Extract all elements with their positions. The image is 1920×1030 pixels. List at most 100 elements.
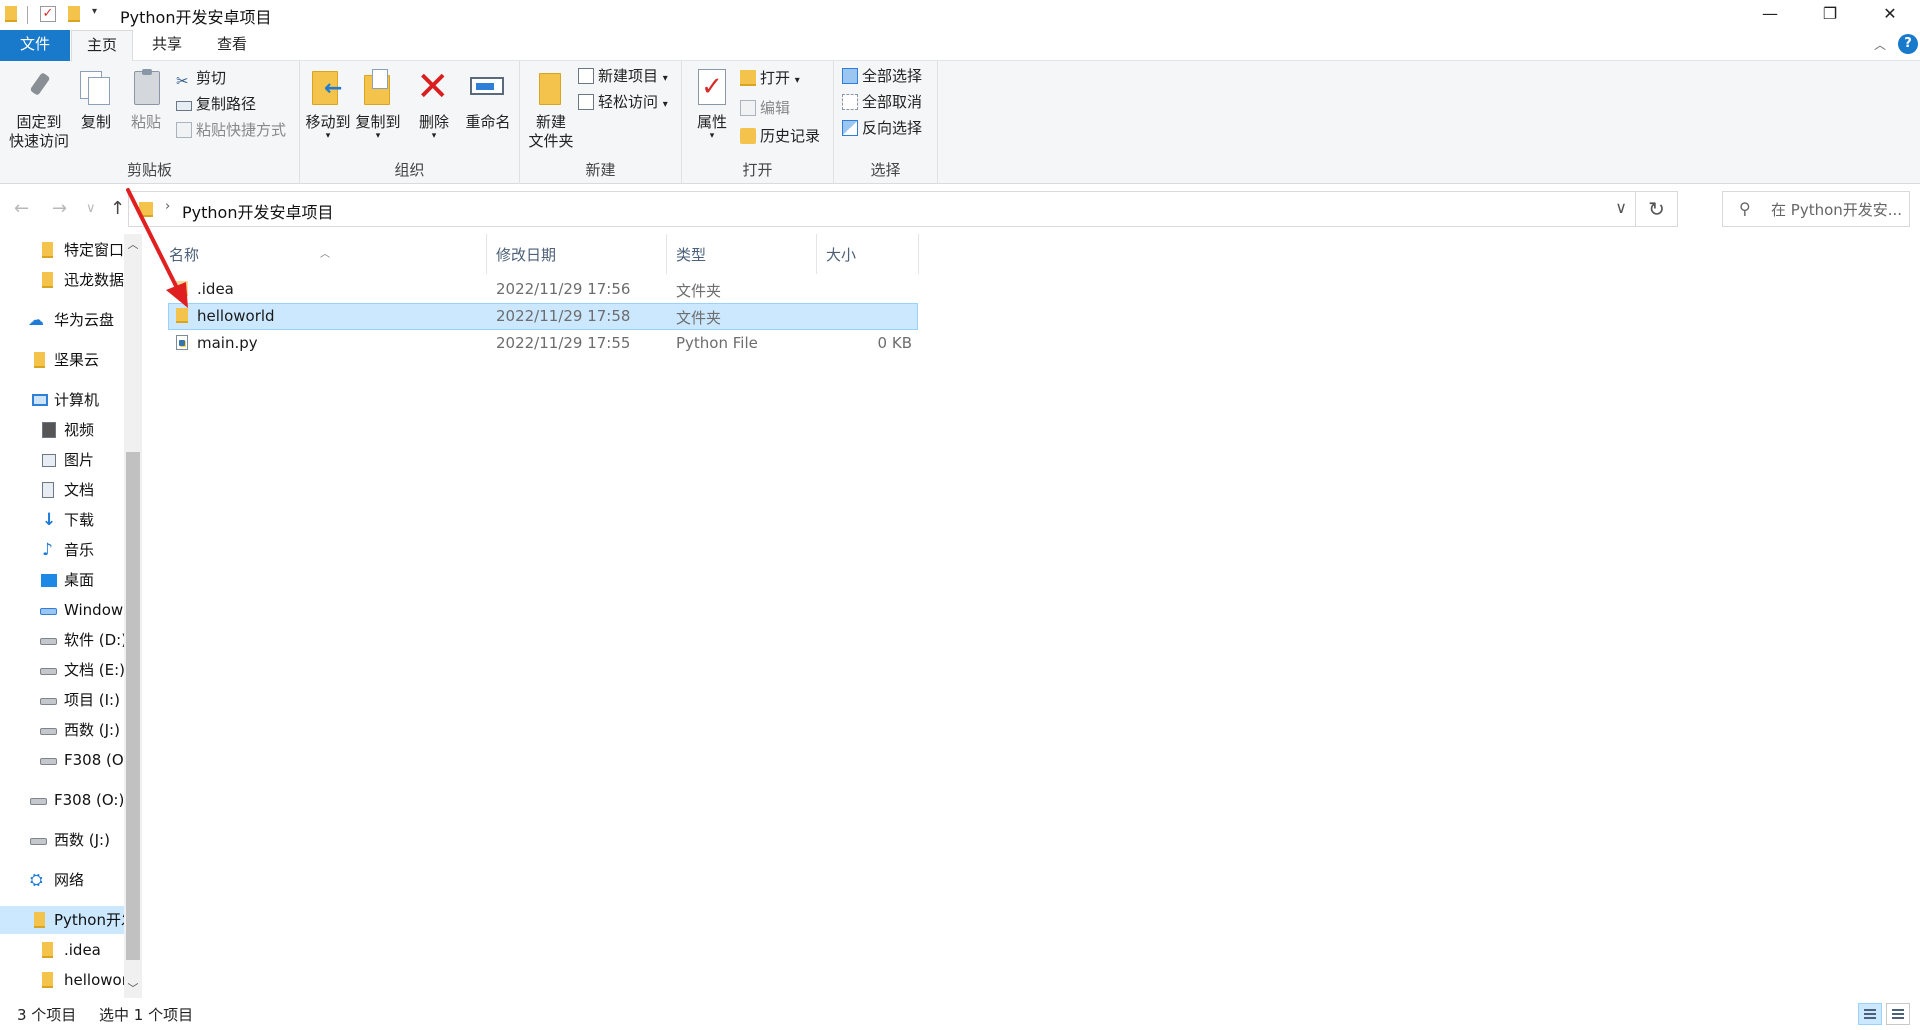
address-history-dropdown[interactable]: ∨: [1615, 198, 1627, 217]
nav-item-special-window[interactable]: 特定窗口: [0, 236, 124, 264]
paste-shortcut-button[interactable]: 粘贴快捷方式: [176, 119, 286, 141]
close-button[interactable]: ✕: [1860, 0, 1920, 30]
paste-shortcut-icon: [176, 122, 192, 138]
select-none-button[interactable]: 全部取消: [842, 91, 922, 113]
nav-item-helloworld[interactable]: helloworld: [0, 966, 124, 994]
open-button[interactable]: 打开 ▾: [740, 67, 800, 89]
properties-quick-icon[interactable]: ✓: [40, 6, 56, 22]
back-button[interactable]: ←: [14, 198, 29, 219]
copy-to-button[interactable]: 复制到 ▾: [354, 67, 402, 141]
nav-item-downloads[interactable]: ↓ 下载: [0, 506, 124, 534]
minimize-button[interactable]: —: [1740, 0, 1800, 30]
scroll-thumb[interactable]: [126, 452, 140, 960]
recent-locations-button[interactable]: ∨: [86, 201, 96, 216]
nav-item-drive-j[interactable]: 西数 (J:): [0, 716, 124, 744]
nav-item-huawei-cloud[interactable]: ☁ 华为云盘: [0, 306, 124, 334]
nav-item-label: Python开发安卓项目: [54, 911, 124, 929]
nav-item-current-folder[interactable]: Python开发安卓项目: [0, 906, 124, 934]
file-row[interactable]: main.py 2022/11/29 17:55 Python File 0 K…: [168, 330, 918, 357]
drive-icon: [40, 638, 57, 645]
tab-home[interactable]: 主页: [71, 30, 133, 62]
nav-item-videos[interactable]: 视频: [0, 416, 124, 444]
edit-button[interactable]: 编辑: [740, 97, 790, 119]
nav-item-drive-o-root[interactable]: F308 (O:): [0, 786, 124, 814]
desktop-icon: [41, 574, 57, 587]
maximize-button[interactable]: ❐: [1800, 0, 1860, 30]
search-input[interactable]: ⚲ 在 Python开发安...: [1722, 191, 1910, 227]
nav-item-jianguoyun[interactable]: 坚果云: [0, 346, 124, 374]
clipboard-group: 固定到 快速访问 复制 粘贴 ✂ 剪切 复制路径 粘贴快捷方式 剪贴板: [0, 61, 300, 184]
file-row[interactable]: .idea 2022/11/29 17:56 文件夹: [168, 276, 918, 303]
copy-path-button[interactable]: 复制路径: [176, 93, 256, 115]
column-header-modified[interactable]: 修改日期: [487, 234, 667, 274]
scroll-down-icon[interactable]: ﹀: [124, 980, 142, 996]
delete-label: 删除: [418, 113, 449, 131]
nav-item-computer[interactable]: 计算机: [0, 386, 124, 414]
large-icons-view-icon[interactable]: [1886, 1003, 1910, 1025]
tab-view[interactable]: 查看: [202, 30, 262, 61]
pin-to-quick-access-button[interactable]: 固定到 快速访问: [6, 67, 72, 151]
nav-item-network[interactable]: ⛭ 网络: [0, 866, 124, 894]
new-folder-quick-icon[interactable]: [68, 6, 80, 22]
nav-item-xunlong[interactable]: 迅龙数据: [0, 266, 124, 294]
customize-quick-access-icon[interactable]: ▾: [92, 6, 97, 17]
collapse-ribbon-icon[interactable]: ︿: [1874, 36, 1886, 53]
up-button[interactable]: ↑: [110, 198, 125, 219]
details-view-icon[interactable]: [1858, 1003, 1882, 1025]
address-row: ← → ∨ ↑ › Python开发安卓项目 ∨ ↻ ⚲ 在 Python开发安…: [0, 184, 1920, 234]
address-bar[interactable]: › Python开发安卓项目 ∨: [128, 191, 1636, 227]
invert-selection-button[interactable]: 反向选择: [842, 117, 922, 139]
open-label: 打开: [760, 69, 791, 87]
help-icon[interactable]: ?: [1898, 34, 1918, 54]
nav-item-drive-j-root[interactable]: 西数 (J:): [0, 826, 124, 854]
tab-file[interactable]: 文件: [0, 30, 70, 61]
file-row-selected[interactable]: helloworld 2022/11/29 17:58 文件夹: [168, 303, 918, 330]
nav-item-label: 特定窗口: [64, 241, 124, 259]
nav-item-drive-o[interactable]: F308 (O:): [0, 746, 124, 774]
select-all-button[interactable]: 全部选择: [842, 65, 922, 87]
forward-button[interactable]: →: [52, 198, 67, 219]
new-item-button[interactable]: 新建项目 ▾: [578, 65, 668, 87]
column-header-size[interactable]: 大小: [817, 234, 919, 274]
nav-item-desktop[interactable]: 桌面: [0, 566, 124, 594]
nav-item-label: 西数 (J:): [64, 721, 120, 739]
tab-share[interactable]: 共享: [138, 30, 196, 61]
nav-item-label: 华为云盘: [54, 311, 115, 329]
column-header-type[interactable]: 类型: [667, 234, 817, 274]
nav-item-drive-i[interactable]: 项目 (I:): [0, 686, 124, 714]
nav-item-drive-d[interactable]: 软件 (D:): [0, 626, 124, 654]
paste-button[interactable]: 粘贴: [126, 67, 166, 132]
nav-item-idea[interactable]: .idea: [0, 936, 124, 964]
nav-item-label: 西数 (J:): [54, 831, 110, 849]
nav-item-documents[interactable]: 文档: [0, 476, 124, 504]
document-icon: [42, 482, 54, 498]
scroll-up-icon[interactable]: ︿: [124, 236, 142, 252]
cut-button[interactable]: ✂ 剪切: [176, 67, 226, 89]
nav-item-label: .idea: [64, 941, 101, 959]
nav-scrollbar[interactable]: ︿ ﹀: [124, 234, 142, 998]
breadcrumb-chevron-icon[interactable]: ›: [165, 199, 170, 214]
nav-item-windows-drive[interactable]: Windows: [0, 596, 124, 624]
properties-button[interactable]: ✓ 属性 ▾: [690, 67, 734, 141]
new-folder-button[interactable]: 新建 文件夹: [524, 67, 578, 151]
nav-item-drive-e[interactable]: 文档 (E:): [0, 656, 124, 684]
easy-access-button[interactable]: 轻松访问 ▾: [578, 91, 668, 113]
window-title: Python开发安卓项目: [120, 8, 272, 27]
status-bar: 3 个项目 选中 1 个项目: [0, 998, 1920, 1030]
nav-item-label: 桌面: [64, 571, 95, 589]
refresh-button[interactable]: ↻: [1636, 191, 1678, 227]
nav-item-label: Windows: [64, 601, 124, 619]
move-to-button[interactable]: ← 移动到 ▾: [304, 67, 352, 141]
copy-button[interactable]: 复制: [76, 67, 116, 132]
folder-icon: [34, 912, 45, 928]
nav-item-music[interactable]: ♪ 音乐: [0, 536, 124, 564]
nav-item-pictures[interactable]: 图片: [0, 446, 124, 474]
breadcrumb-current[interactable]: Python开发安卓项目: [182, 199, 333, 223]
history-button[interactable]: 历史记录: [740, 125, 820, 147]
nav-item-label: 音乐: [64, 541, 95, 559]
drive-icon: [40, 698, 57, 705]
rename-button[interactable]: 重命名: [462, 67, 514, 132]
column-header-name-label: 名称: [169, 246, 200, 264]
delete-button[interactable]: ✕ 删除 ▾: [414, 67, 454, 141]
column-header-name[interactable]: 名称 ︿: [142, 234, 487, 274]
